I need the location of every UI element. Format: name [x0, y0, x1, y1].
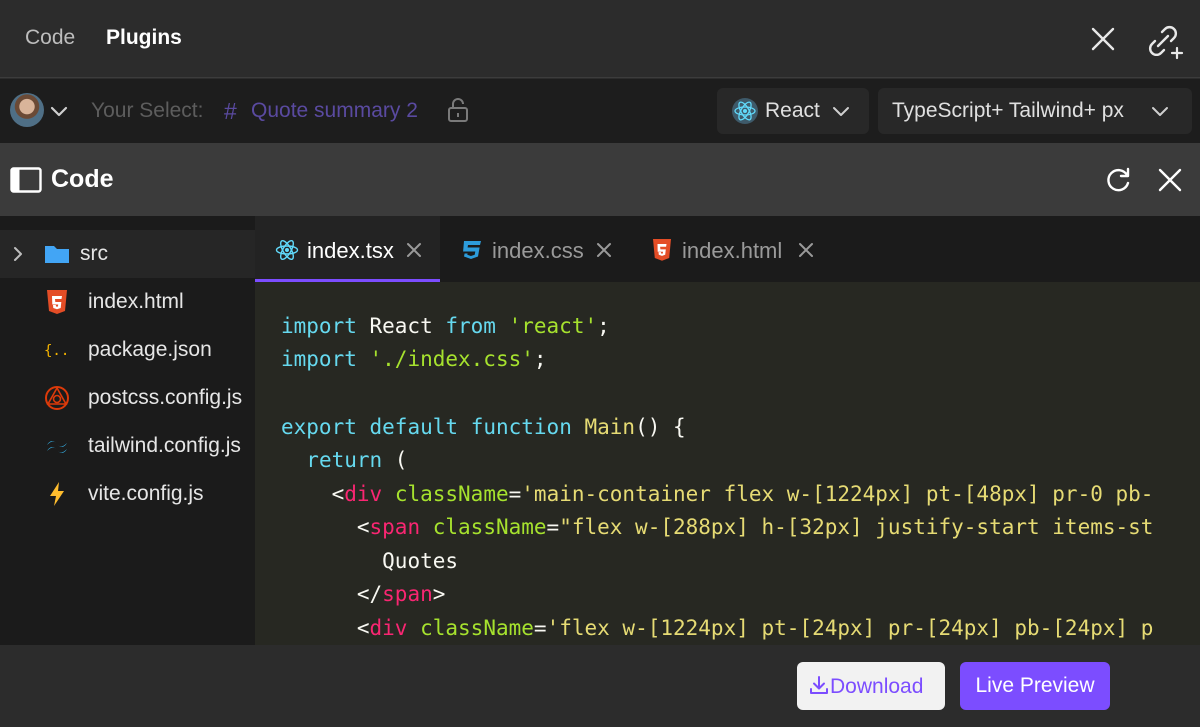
download-icon [810, 676, 828, 694]
code-panel-header: Code [0, 143, 1200, 216]
close-icon[interactable] [1090, 26, 1116, 52]
code-line: <div className='main-container flex w-[1… [331, 482, 1154, 506]
react-icon [732, 98, 758, 124]
code-editor[interactable]: import React from 'react'; import './ind… [255, 282, 1200, 645]
framework-label: React [765, 99, 820, 122]
code-line: return ( [306, 448, 408, 472]
code-line: Quotes [382, 549, 459, 573]
language-label: TypeScript+ Tailwind+ px [892, 99, 1124, 122]
code-line: import './index.css'; [281, 347, 547, 371]
live-preview-button[interactable]: Live Preview [960, 662, 1110, 710]
footer: Download Live Preview [0, 645, 1200, 727]
tab-label: index.css [492, 238, 584, 263]
tree-item-label: tailwind.config.js [88, 434, 241, 457]
html5-icon [47, 290, 67, 314]
selection-label: Your Select: [91, 99, 204, 122]
css3-icon [463, 241, 481, 259]
tree-item-label: package.json [88, 338, 212, 361]
folder-icon [45, 246, 69, 263]
code-line: import React from 'react'; [281, 314, 610, 338]
chevron-down-icon[interactable] [48, 101, 70, 121]
postcss-icon [45, 386, 69, 410]
panel-title: Code [51, 165, 114, 193]
tab-plugins[interactable]: Plugins [106, 26, 182, 50]
tree-item-tailwind-config[interactable]: tailwind.config.js [0, 422, 255, 470]
tree-item-index-html[interactable]: index.html [0, 278, 255, 326]
chevron-down-icon [833, 107, 849, 116]
language-dropdown[interactable]: TypeScript+ Tailwind+ px [878, 88, 1192, 134]
html5-icon [653, 239, 671, 261]
download-label: Download [830, 675, 924, 698]
tree-item-label: src [80, 242, 108, 265]
svg-text:{..}: {..} [44, 343, 70, 359]
tab-index-html[interactable]: index.html [630, 216, 830, 282]
tree-item-postcss-config[interactable]: postcss.config.js [0, 374, 255, 422]
tab-index-css[interactable]: index.css [440, 216, 630, 282]
download-button[interactable]: Download [797, 662, 945, 710]
framework-dropdown[interactable]: React [717, 88, 869, 134]
avatar[interactable] [10, 93, 44, 127]
editor-tabs: index.tsx index.css index.html [255, 216, 1200, 282]
json-icon: {..} [44, 343, 70, 359]
selection-bar: Your Select: # Quote summary 2 React Typ… [0, 79, 1200, 143]
close-icon[interactable] [798, 242, 814, 258]
tree-item-vite-config[interactable]: vite.config.js [0, 470, 255, 518]
file-tree: src index.html {..} package.json postcss… [0, 216, 255, 645]
code-line: <div className='flex w-[1224px] pt-[24px… [356, 616, 1154, 640]
tailwind-icon [47, 441, 67, 453]
chevron-right-icon[interactable] [10, 245, 26, 263]
tree-item-label: vite.config.js [88, 482, 204, 505]
tree-item-src[interactable]: src [0, 230, 255, 278]
selected-layer-name: Quote summary 2 [251, 99, 418, 122]
tab-code[interactable]: Code [25, 26, 75, 50]
tab-index-tsx[interactable]: index.tsx [255, 216, 440, 282]
tree-item-package-json[interactable]: {..} package.json [0, 326, 255, 374]
chevron-down-icon [1152, 107, 1168, 116]
refresh-icon[interactable] [1104, 166, 1132, 194]
vite-icon [50, 482, 64, 506]
close-icon[interactable] [1157, 167, 1183, 193]
code-line: </span> [356, 582, 446, 606]
code-line: export default function Main() { [281, 415, 686, 439]
react-icon [275, 239, 299, 261]
tree-item-label: postcss.config.js [88, 386, 243, 409]
close-icon[interactable] [596, 242, 612, 258]
tab-label: index.html [682, 238, 783, 263]
unlock-icon[interactable] [447, 97, 469, 123]
link-add-icon[interactable] [1144, 22, 1184, 60]
tab-label: index.tsx [307, 238, 394, 263]
close-icon[interactable] [406, 242, 422, 258]
code-line: <span className="flex w-[288px] h-[32px]… [356, 515, 1154, 539]
sidebar-toggle-icon[interactable] [10, 167, 42, 193]
hash-icon: # [224, 98, 237, 124]
top-bar: Code Plugins [0, 0, 1200, 78]
tree-item-label: index.html [88, 290, 184, 313]
